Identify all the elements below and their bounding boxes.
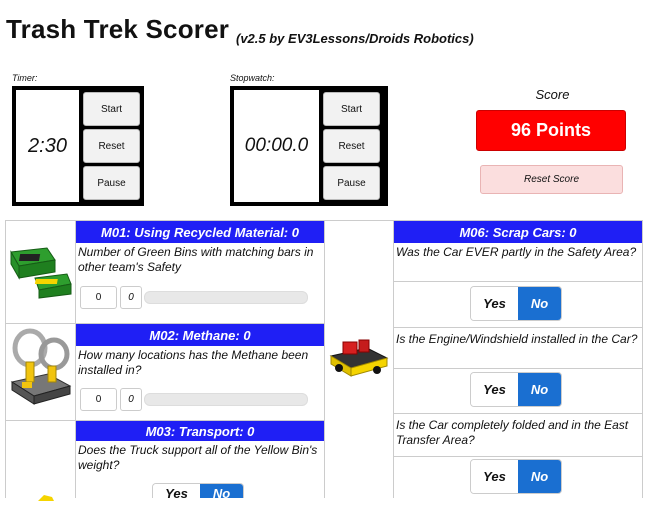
timer-panel: 2:30 Start Reset Pause (12, 86, 144, 206)
m03-no-button[interactable]: No (200, 484, 243, 498)
m02-header: M02: Methane: 0 (76, 324, 324, 346)
m06-toggle-3: Yes No (470, 459, 562, 494)
m06-q2-yes-button[interactable]: Yes (471, 373, 518, 406)
m06-q3-no-button[interactable]: No (518, 460, 561, 493)
divider (5, 220, 6, 498)
timer-label: Timer: (12, 73, 38, 83)
divider (393, 281, 642, 282)
m01-slider[interactable] (144, 291, 308, 304)
m03-header: M03: Transport: 0 (76, 421, 324, 441)
m06-toggle-1: Yes No (470, 286, 562, 321)
divider (393, 327, 642, 328)
page-title: Trash Trek Scorer (6, 14, 230, 44)
divider (393, 456, 642, 457)
m03-yes-button[interactable]: Yes (153, 484, 200, 498)
timer-start-button[interactable]: Start (83, 92, 140, 126)
divider (324, 220, 325, 498)
m01-count-input[interactable]: 0 (80, 286, 117, 309)
stopwatch-reset-button[interactable]: Reset (323, 129, 380, 163)
m02-slider[interactable] (144, 393, 308, 406)
m06-question-3: Is the Car completely folded and in the … (396, 418, 629, 447)
m03-question: Does the Truck support all of the Yellow… (78, 443, 318, 472)
m06-q3-yes-button[interactable]: Yes (471, 460, 518, 493)
m06-header: M06: Scrap Cars: 0 (394, 221, 642, 243)
m02-count-input[interactable]: 0 (80, 388, 117, 411)
timer-reset-button[interactable]: Reset (83, 129, 140, 163)
stopwatch-pause-button[interactable]: Pause (323, 166, 380, 200)
m03-toggle: Yes No (152, 483, 244, 498)
m01-green-bins-image (7, 238, 73, 300)
m01-slider-value: 0 (120, 286, 142, 309)
stopwatch-display: 00:00.0 (234, 90, 319, 202)
divider (75, 220, 76, 498)
page-subtitle: (v2.5 by EV3Lessons/Droids Robotics) (236, 31, 474, 46)
timer-pause-button[interactable]: Pause (83, 166, 140, 200)
m01-header: M01: Using Recycled Material: 0 (76, 221, 324, 243)
stopwatch-label: Stopwatch: (230, 73, 275, 83)
score-label: Score (535, 87, 570, 102)
m06-q1-no-button[interactable]: No (518, 287, 561, 320)
m02-slider-value: 0 (120, 388, 142, 411)
m06-toggle-2: Yes No (470, 372, 562, 407)
m06-q2-no-button[interactable]: No (518, 373, 561, 406)
m02-question: How many locations has the Methane been … (78, 348, 309, 377)
divider (393, 368, 642, 369)
m06-question-2: Is the Engine/Windshield installed in th… (396, 332, 638, 346)
m01-question: Number of Green Bins with matching bars … (78, 245, 314, 274)
m06-scrap-car-image (327, 330, 391, 380)
m06-question-1: Was the Car EVER partly in the Safety Ar… (396, 245, 637, 259)
m02-methane-image (8, 324, 74, 414)
reset-score-button[interactable]: Reset Score (480, 165, 623, 194)
stopwatch-panel: 00:00.0 Start Reset Pause (230, 86, 388, 206)
timer-display: 2:30 (16, 90, 79, 202)
stopwatch-start-button[interactable]: Start (323, 92, 380, 126)
score-display: 96 Points (476, 110, 626, 151)
divider (642, 220, 643, 498)
m03-yellow-bin-image (30, 488, 60, 501)
divider (393, 413, 642, 414)
m06-q1-yes-button[interactable]: Yes (471, 287, 518, 320)
